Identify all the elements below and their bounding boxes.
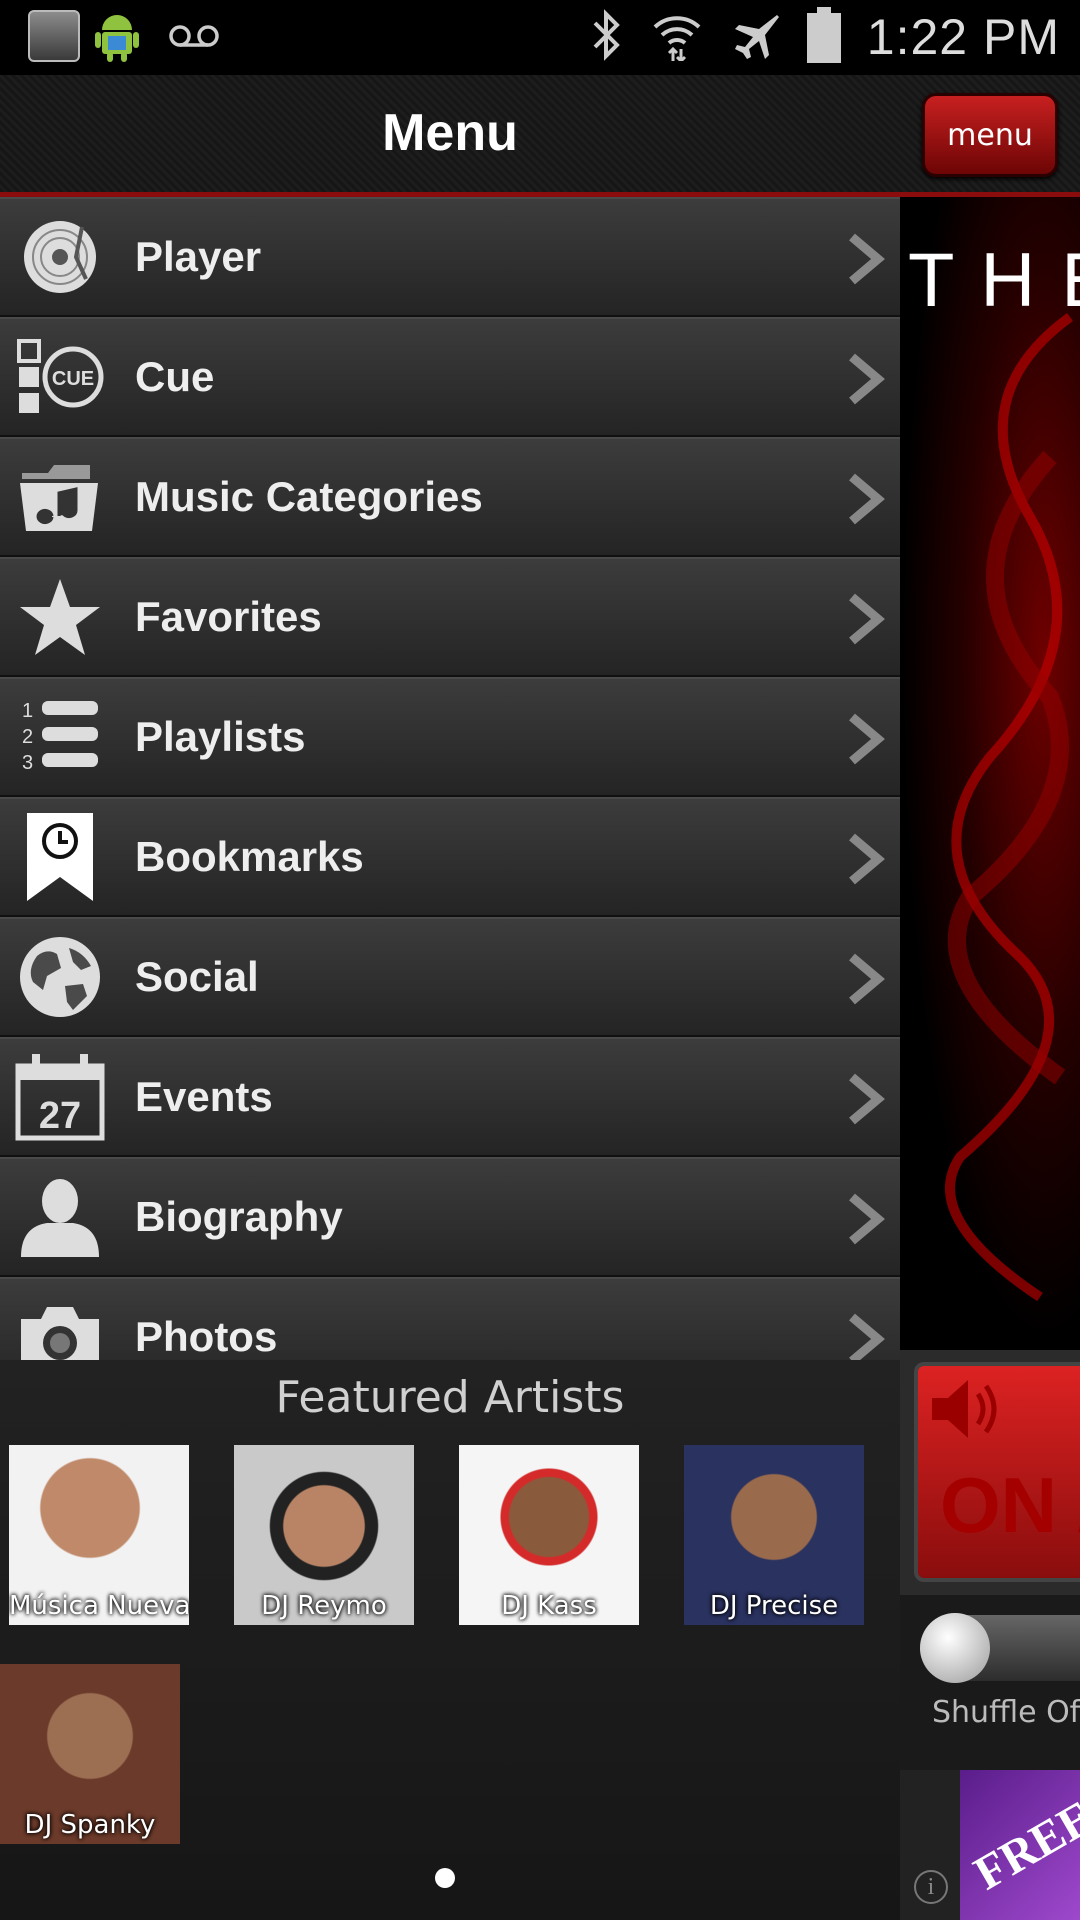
numbered-list-icon: 1 2 3 (0, 677, 120, 797)
chevron-right-icon (846, 1191, 886, 1251)
artist-name: DJ Precise (709, 1591, 839, 1621)
on-air-button[interactable]: ON AIR (900, 1350, 1080, 1595)
menu-item-label: Music Categories (135, 473, 483, 520)
menu-item-favorites[interactable]: Favorites (0, 557, 900, 677)
android-icon (94, 10, 140, 62)
artist-name: Música Nueva (9, 1591, 189, 1621)
menu-item-label: Playlists (135, 713, 306, 760)
speaker-icon (932, 1380, 997, 1438)
chevron-right-icon (846, 951, 886, 1011)
person-icon (0, 1157, 120, 1277)
chevron-right-icon (846, 1311, 886, 1360)
airplane-icon (729, 9, 781, 65)
chevron-right-icon (846, 471, 886, 531)
artist-name: DJ Reymo (261, 1591, 387, 1621)
svg-text:CUE: CUE (52, 368, 94, 390)
artist-tile[interactable]: DJ Precise (684, 1445, 864, 1625)
wifi-icon (651, 9, 703, 65)
ad-info-icon[interactable]: i (914, 1870, 948, 1904)
menu-item-label: Events (135, 1073, 273, 1120)
ad-banner[interactable]: FREE i (900, 1770, 1080, 1920)
music-folder-icon (0, 437, 120, 557)
shuffle-toggle-knob[interactable] (920, 1613, 990, 1683)
bookmark-clock-icon (0, 797, 120, 917)
svg-text:1: 1 (22, 700, 33, 722)
featured-artists-title: Featured Artists (275, 1372, 625, 1423)
status-time: 1:22 PM (866, 9, 1060, 65)
menu-item-label: Bookmarks (135, 833, 364, 880)
chevron-right-icon (846, 351, 886, 411)
menu-item-label: Social (135, 953, 259, 1000)
menu-item-social[interactable]: Social (0, 917, 900, 1037)
menu-item-label: Favorites (135, 593, 322, 640)
cue-icon: CUE (0, 317, 120, 437)
svg-text:3: 3 (22, 752, 33, 774)
menu-item-player[interactable]: Player (0, 197, 900, 317)
menu-item-bookmarks[interactable]: Bookmarks (0, 797, 900, 917)
menu-item-music-categories[interactable]: Music Categories (0, 437, 900, 557)
on-air-label: ON AIR (940, 1461, 1080, 1549)
artist-tile[interactable]: Música Nueva (9, 1445, 189, 1625)
vinyl-record-icon (0, 197, 120, 317)
bluetooth-icon (589, 9, 625, 65)
artist-name: DJ Spanky (24, 1810, 156, 1840)
artist-tile[interactable]: DJ Spanky (0, 1664, 180, 1844)
page-indicator-dot (435, 1868, 455, 1888)
menu-item-events[interactable]: 27 Events (0, 1037, 900, 1157)
chevron-right-icon (846, 231, 886, 291)
menu-item-label: Biography (135, 1193, 343, 1240)
menu-item-label: Photos (135, 1313, 278, 1360)
menu-list: Player CUE Cue Music Categories Favorite… (0, 197, 900, 1360)
shuffle-label: Shuffle Of (932, 1695, 1080, 1730)
menu-item-label: Cue (135, 353, 215, 400)
shuffle-control: Shuffle Of (900, 1595, 1080, 1770)
background-screen-preview: THE (900, 197, 1080, 1347)
menu-button[interactable]: menu (922, 93, 1058, 177)
menu-item-photos[interactable]: Photos (0, 1277, 900, 1360)
menu-item-biography[interactable]: Biography (0, 1157, 900, 1277)
artist-tile[interactable]: DJ Kass (459, 1445, 639, 1625)
menu-item-cue[interactable]: CUE Cue (0, 317, 900, 437)
calendar-icon: 27 (0, 1037, 120, 1157)
artist-tile[interactable]: DJ Reymo (234, 1445, 414, 1625)
voicemail-icon (168, 21, 220, 51)
page-title: Menu (382, 104, 518, 162)
battery-icon (806, 7, 841, 67)
chevron-right-icon (846, 1071, 886, 1131)
app-notification-icon (28, 10, 80, 62)
menu-item-label: Player (135, 233, 262, 280)
status-bar: 1:22 PM (0, 0, 1080, 75)
red-smoke-graphic (945, 312, 1073, 1302)
globe-icon (0, 917, 120, 1037)
camera-icon (0, 1277, 120, 1360)
chevron-right-icon (846, 711, 886, 771)
calendar-day: 27 (39, 1095, 81, 1137)
app-header: Menu menu (0, 75, 1080, 197)
menu-item-playlists[interactable]: 1 2 3 Playlists (0, 677, 900, 797)
chevron-right-icon (846, 591, 886, 651)
svg-text:2: 2 (22, 726, 33, 748)
star-icon (0, 557, 120, 677)
chevron-right-icon (846, 831, 886, 891)
artist-name: DJ Kass (501, 1591, 597, 1621)
